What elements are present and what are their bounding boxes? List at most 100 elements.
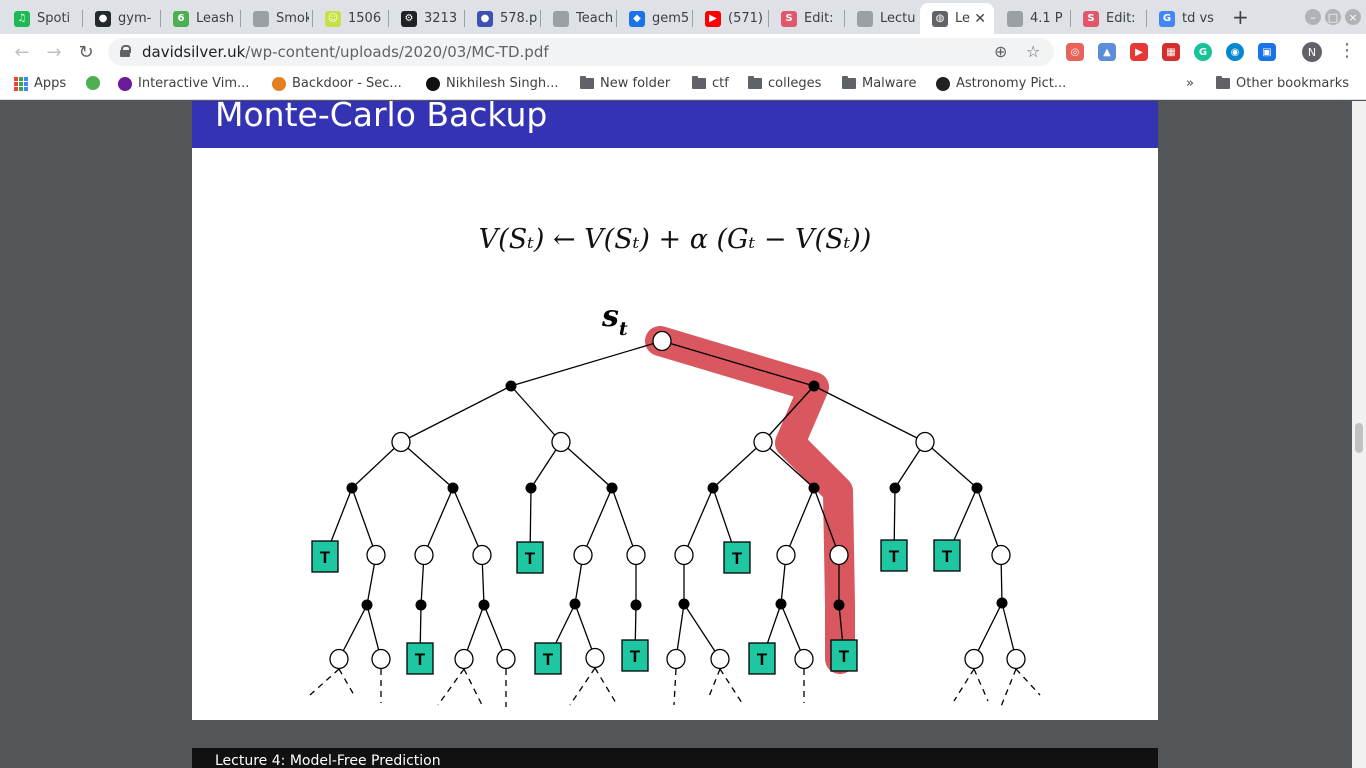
tab-title: Smok (276, 11, 309, 26)
bookmark-6[interactable]: ctf (692, 76, 729, 91)
tree-continuation-edge (437, 668, 465, 706)
action-node (447, 482, 459, 494)
other-bookmarks-folder[interactable]: Other bookmarks (1216, 76, 1349, 91)
state-node (573, 544, 593, 566)
state-node (829, 544, 849, 566)
state-node (674, 544, 694, 566)
state-node (753, 431, 773, 453)
tab-11[interactable]: Lectu (845, 3, 917, 34)
root-state-label: st (601, 299, 628, 340)
zoom-icon[interactable]: ⊕ (994, 42, 1007, 61)
tab-separator (312, 10, 313, 27)
tree-edge (582, 487, 613, 556)
tree-continuation-edge (999, 668, 1017, 710)
bookmark-9[interactable]: Astronomy Pict... (936, 76, 1066, 91)
forward-button[interactable]: → (42, 40, 66, 64)
tab-15[interactable]: Gtd vs (1147, 3, 1223, 34)
tab-favicon-icon: ◍ (932, 10, 948, 27)
bookmark-4[interactable]: Nikhilesh Singh... (426, 76, 558, 91)
tab-favicon-icon: G (1159, 10, 1175, 27)
action-node (996, 597, 1008, 609)
overflow-chevron-icon: » (1186, 76, 1194, 91)
tab-title: (571) (728, 11, 763, 26)
tab-title: Edit: (804, 11, 834, 26)
tab-9[interactable]: ▶ (571) (693, 3, 765, 34)
bookmark-1[interactable] (86, 76, 100, 90)
state-node (414, 544, 434, 566)
extension-icon-3[interactable]: ▶ (1130, 43, 1148, 61)
back-button[interactable]: ← (10, 40, 34, 64)
bookmarks-bar: » Other bookmarks Apps Interactive Vim...… (0, 70, 1366, 100)
action-node (808, 380, 820, 392)
scrollbar-thumb[interactable] (1355, 423, 1363, 453)
tab-separator (844, 10, 845, 27)
close-window-button[interactable]: × (1345, 9, 1361, 25)
tab-6[interactable]: ● 578.p (465, 3, 537, 34)
state-node (454, 648, 474, 670)
terminal-label: T (415, 650, 426, 669)
url-text[interactable]: davidsilver.uk/wp-content/uploads/2020/0… (142, 43, 549, 61)
bookmark-favicon-icon (936, 76, 950, 91)
terminal-node: T (880, 539, 908, 572)
extension-icon-2[interactable]: ▲ (1098, 43, 1116, 61)
action-node (707, 482, 719, 494)
maximize-button[interactable]: □ (1325, 9, 1341, 25)
bookmark-7[interactable]: colleges (748, 76, 821, 91)
folder-icon (580, 76, 594, 89)
tab-4[interactable]: ☺ 1506 (313, 3, 385, 34)
tree-continuation-edge (1015, 668, 1041, 696)
tab-13[interactable]: 4.1 P (995, 3, 1067, 34)
bookmark-star-icon[interactable]: ☆ (1026, 42, 1040, 61)
bookmark-3[interactable]: Backdoor - Sec... (272, 76, 402, 91)
other-bookmarks-label: Other bookmarks (1236, 76, 1350, 91)
bookmarks-overflow-button[interactable]: » (1186, 76, 1194, 91)
reload-button[interactable]: ↻ (74, 40, 98, 64)
action-node (889, 482, 901, 494)
tab-8[interactable]: ◆ gem5 (617, 3, 689, 34)
tab-favicon-icon: ▶ (705, 10, 721, 27)
bookmark-0[interactable]: Apps (14, 76, 66, 91)
bookmark-label: ctf (712, 76, 729, 91)
action-node (775, 598, 787, 610)
extension-icon-1[interactable]: ◎ (1066, 43, 1084, 61)
bookmark-favicon-icon (426, 76, 440, 91)
tab-2[interactable]: 6 Leash (161, 3, 236, 34)
tab-10[interactable]: S Edit: (769, 3, 841, 34)
tab-separator (82, 10, 83, 27)
tab-3[interactable]: Smok (241, 3, 309, 34)
tab-5[interactable]: ⚙ 3213 (389, 3, 461, 34)
tree-edge (683, 487, 714, 556)
bookmark-8[interactable]: Malware (842, 76, 916, 91)
new-tab-button[interactable]: + (1232, 5, 1249, 29)
tab-close-icon[interactable]: ✕ (974, 11, 986, 27)
tab-title: Lectu (880, 11, 916, 26)
scrollbar[interactable] (1352, 101, 1366, 768)
grammarly-icon[interactable]: G (1194, 43, 1212, 61)
action-node (415, 599, 427, 611)
tab-favicon-icon (857, 10, 873, 27)
address-bar[interactable]: davidsilver.uk/wp-content/uploads/2020/0… (108, 38, 1054, 66)
bookmark-5[interactable]: New folder (580, 76, 670, 91)
tree-edge (712, 441, 764, 489)
minimize-button[interactable]: – (1305, 9, 1321, 25)
url-path: /wp-content/uploads/2020/03/MC-TD.pdf (245, 43, 549, 61)
tab-1[interactable]: ● gym- (83, 3, 158, 34)
extension-icon-4[interactable]: ▦ (1162, 43, 1180, 61)
bookmark-2[interactable]: Interactive Vim... (118, 76, 249, 91)
tab-separator (1070, 10, 1071, 27)
tab-0[interactable]: ♫ Spoti (2, 3, 80, 34)
tree-edge (400, 441, 454, 489)
menu-icon[interactable]: ⋮ (1338, 40, 1356, 61)
profile-avatar[interactable]: N (1302, 42, 1322, 62)
tab-favicon-icon: ⚙ (401, 10, 417, 27)
extension-icon-6[interactable]: ◉ (1226, 43, 1244, 61)
tab-favicon-icon: S (781, 10, 797, 27)
extension-icon-7[interactable]: ▣ (1258, 43, 1276, 61)
tab-title: 578.p (500, 11, 537, 26)
tab-14[interactable]: S Edit: (1071, 3, 1143, 34)
tab-title: td vs (1182, 11, 1214, 26)
tab-12[interactable]: ◍ Le ✕ (920, 3, 994, 34)
tab-7[interactable]: Teach (541, 3, 613, 34)
bookmark-favicon-icon (86, 76, 100, 90)
state-node (794, 648, 814, 670)
